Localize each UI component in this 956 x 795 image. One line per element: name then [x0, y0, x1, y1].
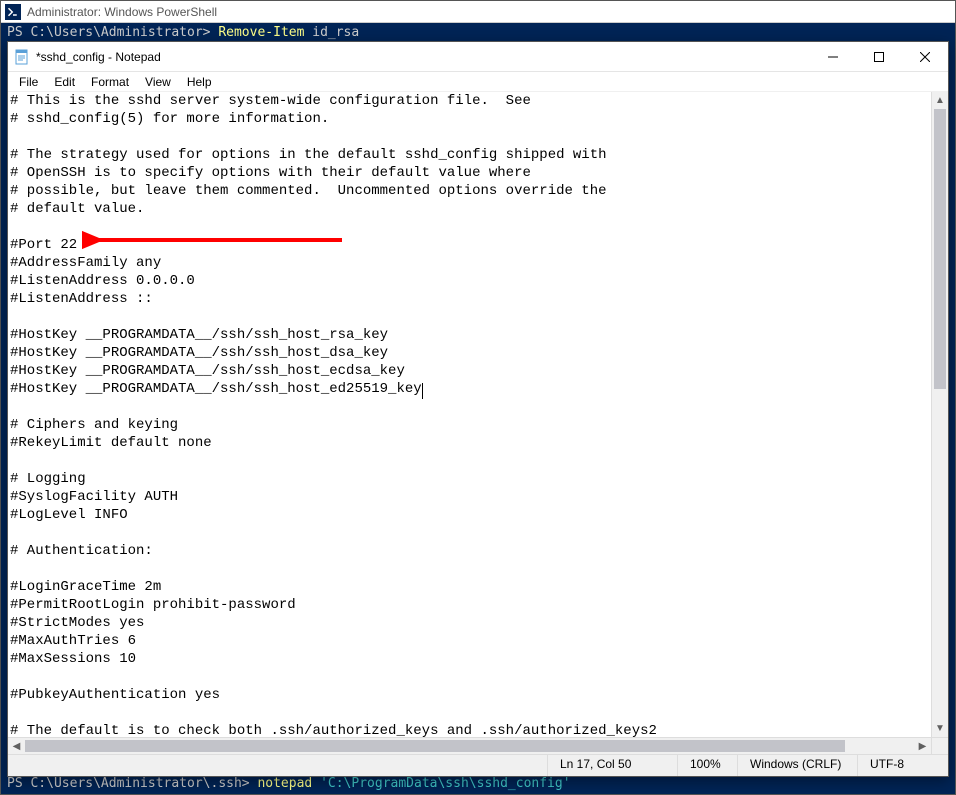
- text-before-caret: # This is the sshd server system-wide co…: [10, 93, 607, 397]
- vertical-scroll-thumb[interactable]: [934, 109, 946, 389]
- menu-edit[interactable]: Edit: [47, 74, 82, 90]
- vertical-scrollbar[interactable]: ▲ ▼: [931, 92, 948, 737]
- notepad-window: *sshd_config - Notepad File Edit Format …: [7, 41, 949, 777]
- ps-cmd-2: notepad: [257, 776, 320, 791]
- menu-format[interactable]: Format: [84, 74, 136, 90]
- powershell-title: Administrator: Windows PowerShell: [27, 5, 217, 19]
- status-zoom: 100%: [678, 755, 738, 776]
- ps-prompt-2: PS C:\Users\Administrator\.ssh>: [7, 776, 257, 791]
- ps-arg-1: id_rsa: [304, 25, 359, 40]
- horizontal-scroll-thumb[interactable]: [25, 740, 845, 752]
- scroll-right-arrow-icon[interactable]: ▶: [914, 738, 931, 754]
- minimize-button[interactable]: [810, 42, 856, 71]
- ps-cmd-1: Remove-Item: [218, 25, 304, 40]
- status-encoding: UTF-8: [858, 755, 948, 776]
- status-line-col: Ln 17, Col 50: [548, 755, 678, 776]
- notepad-titlebar[interactable]: *sshd_config - Notepad: [8, 42, 948, 72]
- notepad-title: *sshd_config - Notepad: [36, 50, 810, 64]
- ps-str-2: 'C:\ProgramData\ssh\sshd_config': [320, 776, 570, 791]
- notepad-statusbar: Ln 17, Col 50 100% Windows (CRLF) UTF-8: [8, 754, 948, 776]
- powershell-icon: [5, 4, 21, 20]
- text-after-caret: # Ciphers and keying #RekeyLimit default…: [10, 417, 657, 737]
- menu-file[interactable]: File: [12, 74, 45, 90]
- menu-view[interactable]: View: [138, 74, 178, 90]
- maximize-button[interactable]: [856, 42, 902, 71]
- powershell-body: PS C:\Users\Administrator> Remove-Item i…: [1, 23, 955, 42]
- notepad-icon: [14, 49, 30, 65]
- close-button[interactable]: [902, 42, 948, 71]
- scroll-down-arrow-icon[interactable]: ▼: [932, 720, 948, 737]
- notepad-text-area[interactable]: # This is the sshd server system-wide co…: [8, 92, 931, 737]
- scroll-left-arrow-icon[interactable]: ◀: [8, 738, 25, 754]
- scroll-up-arrow-icon[interactable]: ▲: [932, 92, 948, 109]
- horizontal-scrollbar[interactable]: ◀ ▶: [8, 737, 948, 754]
- text-caret: [422, 383, 423, 399]
- ps-prompt-1: PS C:\Users\Administrator>: [7, 25, 218, 40]
- status-spacer: [8, 755, 548, 776]
- notepad-menubar: File Edit Format View Help: [8, 72, 948, 92]
- scrollbar-corner: [931, 738, 948, 754]
- status-eol: Windows (CRLF): [738, 755, 858, 776]
- powershell-titlebar[interactable]: Administrator: Windows PowerShell: [1, 1, 955, 23]
- menu-help[interactable]: Help: [180, 74, 219, 90]
- powershell-window: Administrator: Windows PowerShell PS C:\…: [0, 0, 956, 795]
